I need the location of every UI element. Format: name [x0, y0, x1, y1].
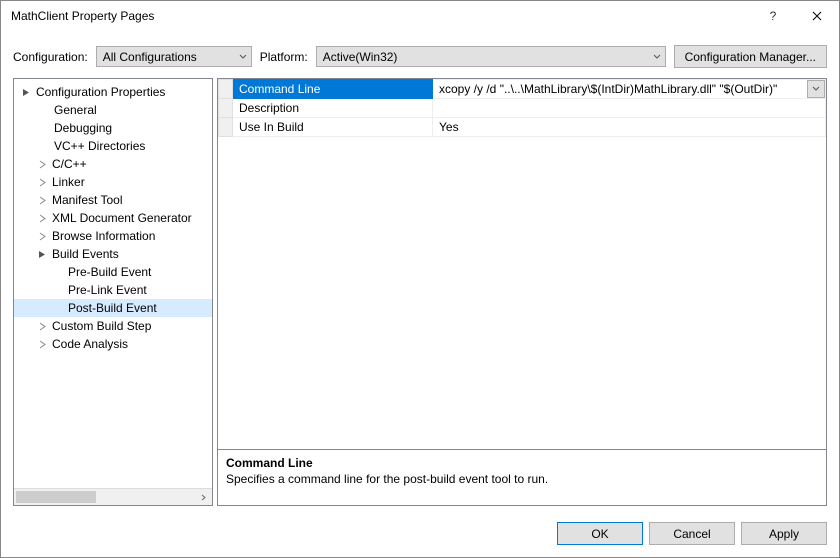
tree-label: XML Document Generator	[50, 211, 194, 225]
tree-item-code-analysis[interactable]: Code Analysis	[14, 335, 212, 353]
close-icon	[812, 11, 822, 21]
property-value-description[interactable]	[433, 99, 826, 118]
chevron-down-icon	[812, 85, 820, 93]
tree-label: Browse Information	[50, 229, 157, 243]
property-name: Description	[233, 99, 433, 118]
tree-label: Pre-Link Event	[66, 283, 149, 297]
collapse-icon[interactable]	[20, 86, 32, 98]
tree-item-vc-directories[interactable]: VC++ Directories	[14, 137, 212, 155]
property-panel: Command Line xcopy /y /d "..\..\MathLibr…	[217, 78, 827, 506]
property-name: Command Line	[233, 80, 433, 99]
tree-label: General	[52, 103, 99, 117]
expand-icon[interactable]	[36, 230, 48, 242]
chevron-down-icon	[239, 50, 247, 64]
tree-label: Post-Build Event	[66, 301, 159, 315]
tree-panel: Configuration Properties General Debuggi…	[13, 78, 213, 506]
property-grid: Command Line xcopy /y /d "..\..\MathLibr…	[218, 79, 826, 449]
tree-label: C/C++	[50, 157, 89, 171]
tree[interactable]: Configuration Properties General Debuggi…	[14, 79, 212, 488]
row-gutter	[219, 99, 233, 118]
expand-icon[interactable]	[36, 212, 48, 224]
value-dropdown-button[interactable]	[807, 80, 825, 98]
ok-button[interactable]: OK	[557, 522, 643, 545]
tree-label: VC++ Directories	[52, 139, 147, 153]
button-label: Apply	[769, 527, 799, 541]
tree-label: Build Events	[50, 247, 121, 261]
property-value-use-in-build[interactable]: Yes	[433, 118, 826, 137]
property-value-command-line[interactable]: xcopy /y /d "..\..\MathLibrary\$(IntDir)…	[433, 80, 826, 99]
tree-item-browse-info[interactable]: Browse Information	[14, 227, 212, 245]
platform-value: Active(Win32)	[323, 50, 398, 64]
row-gutter	[219, 80, 233, 99]
tree-item-linker[interactable]: Linker	[14, 173, 212, 191]
apply-button[interactable]: Apply	[741, 522, 827, 545]
close-button[interactable]	[795, 1, 839, 31]
tree-item-ccpp[interactable]: C/C++	[14, 155, 212, 173]
expand-icon[interactable]	[36, 320, 48, 332]
chevron-down-icon	[653, 50, 661, 64]
collapse-icon[interactable]	[36, 248, 48, 260]
tree-label: Linker	[50, 175, 87, 189]
tree-item-build-events[interactable]: Build Events	[14, 245, 212, 263]
property-row-use-in-build[interactable]: Use In Build Yes	[219, 118, 826, 137]
tree-label: Custom Build Step	[50, 319, 153, 333]
help-property-name: Command Line	[226, 456, 818, 470]
tree-label: Manifest Tool	[50, 193, 124, 207]
main-content: Configuration Properties General Debuggi…	[1, 78, 839, 514]
row-gutter	[219, 118, 233, 137]
dialog-button-bar: OK Cancel Apply	[1, 514, 839, 557]
expand-icon[interactable]	[36, 194, 48, 206]
tree-item-debugging[interactable]: Debugging	[14, 119, 212, 137]
tree-item-configuration-properties[interactable]: Configuration Properties	[14, 83, 212, 101]
expand-icon[interactable]	[36, 158, 48, 170]
button-label: Cancel	[673, 527, 710, 541]
configuration-label: Configuration:	[13, 50, 88, 64]
platform-label: Platform:	[260, 50, 308, 64]
tree-label: Pre-Build Event	[66, 265, 153, 279]
tree-label: Configuration Properties	[34, 85, 167, 99]
config-row: Configuration: All Configurations Platfo…	[1, 31, 839, 78]
tree-label: Code Analysis	[50, 337, 130, 351]
configuration-dropdown[interactable]: All Configurations	[96, 46, 252, 67]
help-button[interactable]: ?	[751, 1, 795, 31]
configuration-value: All Configurations	[103, 50, 197, 64]
property-value-text: xcopy /y /d "..\..\MathLibrary\$(IntDir)…	[439, 82, 777, 96]
tree-item-pre-build-event[interactable]: Pre-Build Event	[14, 263, 212, 281]
tree-item-manifest-tool[interactable]: Manifest Tool	[14, 191, 212, 209]
scrollbar-thumb[interactable]	[16, 491, 96, 503]
tree-item-post-build-event[interactable]: Post-Build Event	[14, 299, 212, 317]
property-name: Use In Build	[233, 118, 433, 137]
configuration-manager-button[interactable]: Configuration Manager...	[674, 45, 827, 68]
tree-item-pre-link-event[interactable]: Pre-Link Event	[14, 281, 212, 299]
configuration-manager-label: Configuration Manager...	[685, 50, 816, 64]
tree-horizontal-scrollbar[interactable]	[14, 488, 212, 505]
tree-item-xml-doc[interactable]: XML Document Generator	[14, 209, 212, 227]
cancel-button[interactable]: Cancel	[649, 522, 735, 545]
tree-item-custom-build-step[interactable]: Custom Build Step	[14, 317, 212, 335]
scrollbar-right-arrow-icon[interactable]	[195, 489, 212, 505]
help-property-description: Specifies a command line for the post-bu…	[226, 472, 818, 486]
property-row-description[interactable]: Description	[219, 99, 826, 118]
expand-icon[interactable]	[36, 338, 48, 350]
tree-item-general[interactable]: General	[14, 101, 212, 119]
property-row-command-line[interactable]: Command Line xcopy /y /d "..\..\MathLibr…	[219, 80, 826, 99]
window-title: MathClient Property Pages	[11, 9, 751, 23]
help-panel: Command Line Specifies a command line fo…	[218, 449, 826, 505]
platform-dropdown[interactable]: Active(Win32)	[316, 46, 666, 67]
titlebar: MathClient Property Pages ?	[1, 1, 839, 31]
tree-label: Debugging	[52, 121, 114, 135]
button-label: OK	[591, 527, 608, 541]
expand-icon[interactable]	[36, 176, 48, 188]
